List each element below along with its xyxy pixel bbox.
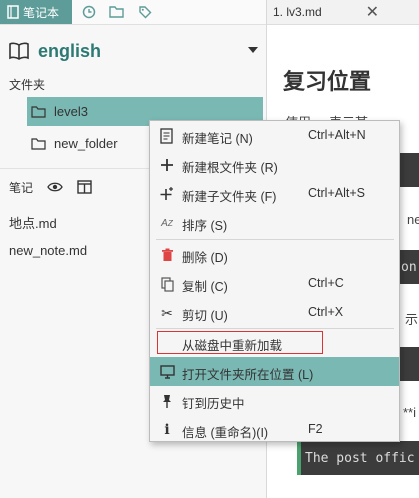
plus-icon [158,156,176,174]
folders-label: 文件夹 [9,78,46,92]
notes-toolbar: 笔记 [9,178,92,196]
menu-item-open-folder-location[interactable]: 打开文件夹所在位置 (L) [150,357,399,386]
highlight-box [157,331,323,354]
menu-item-new-subfolder[interactable]: 新建子文件夹 (F) Ctrl+Alt+S [150,179,399,208]
menu-item-sort[interactable]: AZ 排序 (S) [150,208,399,237]
eye-icon[interactable] [47,181,63,193]
notebook-name: english [38,40,102,61]
tab-notebook-label: 笔记本 [23,5,60,20]
menu-item-pin-history[interactable]: 钉到历史中 [150,386,399,415]
notes-label: 笔记 [9,180,34,195]
text-line: ne [407,212,419,227]
new-subfolder-icon [158,185,176,203]
copy-icon [158,275,176,293]
tab-notebook[interactable]: 笔记本 [0,0,72,24]
close-icon[interactable]: ✕ [366,2,379,22]
editor-tab-bar: 1. lv3.md ✕ [267,0,419,25]
menu-item-shortcut: F2 [308,422,323,436]
history-tab-icon[interactable] [80,3,98,21]
split-view-icon[interactable] [77,180,92,194]
context-menu: 新建笔记 (N) Ctrl+Alt+N 新建根文件夹 (R) 新建子文件夹 (F… [149,120,400,442]
left-tab-bar: 笔记本 [0,0,266,25]
menu-item-label: 剪切 (U) [182,309,228,323]
menu-item-label: 新建笔记 (N) [182,132,253,146]
trash-icon [158,246,176,264]
folder-label: new_folder [54,136,118,151]
folder-tab-icon[interactable] [108,3,126,21]
note-item[interactable]: 地点.md [9,213,57,232]
menu-item-new-note[interactable]: 新建笔记 (N) Ctrl+Alt+N [150,121,399,150]
new-note-icon [158,127,176,145]
page-title: 复习位置 [283,69,372,94]
tab-label: 1. lv3.md [273,5,322,19]
note-item[interactable]: new_note.md [9,243,87,258]
folder-label: level3 [54,104,88,119]
menu-item-shortcut: Ctrl+C [308,276,344,290]
scissors-icon: ✂ [161,304,173,321]
menu-item-shortcut: Ctrl+Alt+N [308,128,366,142]
monitor-icon [158,363,176,381]
code-block: The post offic [297,441,419,475]
text-line: **i [403,405,417,420]
tag-tab-icon[interactable] [136,3,154,21]
menu-item-copy[interactable]: 复制 (C) Ctrl+C [150,269,399,298]
menu-item-cut[interactable]: ✂ 剪切 (U) Ctrl+X [150,298,399,327]
chevron-down-icon[interactable] [248,47,258,53]
pin-icon [158,392,176,410]
sort-az-icon: AZ [161,217,173,229]
menu-item-label: 钉到历史中 [182,397,245,411]
menu-item-delete[interactable]: 删除 (D) [150,240,399,269]
folder-icon [31,137,46,150]
menu-item-label: 打开文件夹所在位置 (L) [182,368,314,382]
tab-lv3[interactable]: 1. lv3.md ✕ [267,0,379,24]
menu-item-label: 新建根文件夹 (R) [182,161,278,175]
menu-item-label: 排序 (S) [182,219,228,233]
book-icon [9,42,29,60]
text-line: 示 [405,312,419,327]
menu-item-label: 复制 (C) [182,280,228,294]
menu-item-info-rename[interactable]: i 信息 (重命名)(I) F2 [150,415,399,444]
folder-icon [31,105,46,118]
menu-item-label: 删除 (D) [182,251,228,265]
menu-item-new-root-folder[interactable]: 新建根文件夹 (R) [150,150,399,179]
menu-item-label: 信息 (重命名)(I) [182,426,269,440]
menu-item-label: 新建子文件夹 (F) [182,190,277,204]
info-icon: i [164,422,170,438]
notebook-icon [7,5,19,19]
menu-item-shortcut: Ctrl+Alt+S [308,186,365,200]
menu-item-shortcut: Ctrl+X [308,305,344,319]
notebook-selector[interactable]: english [8,38,260,64]
